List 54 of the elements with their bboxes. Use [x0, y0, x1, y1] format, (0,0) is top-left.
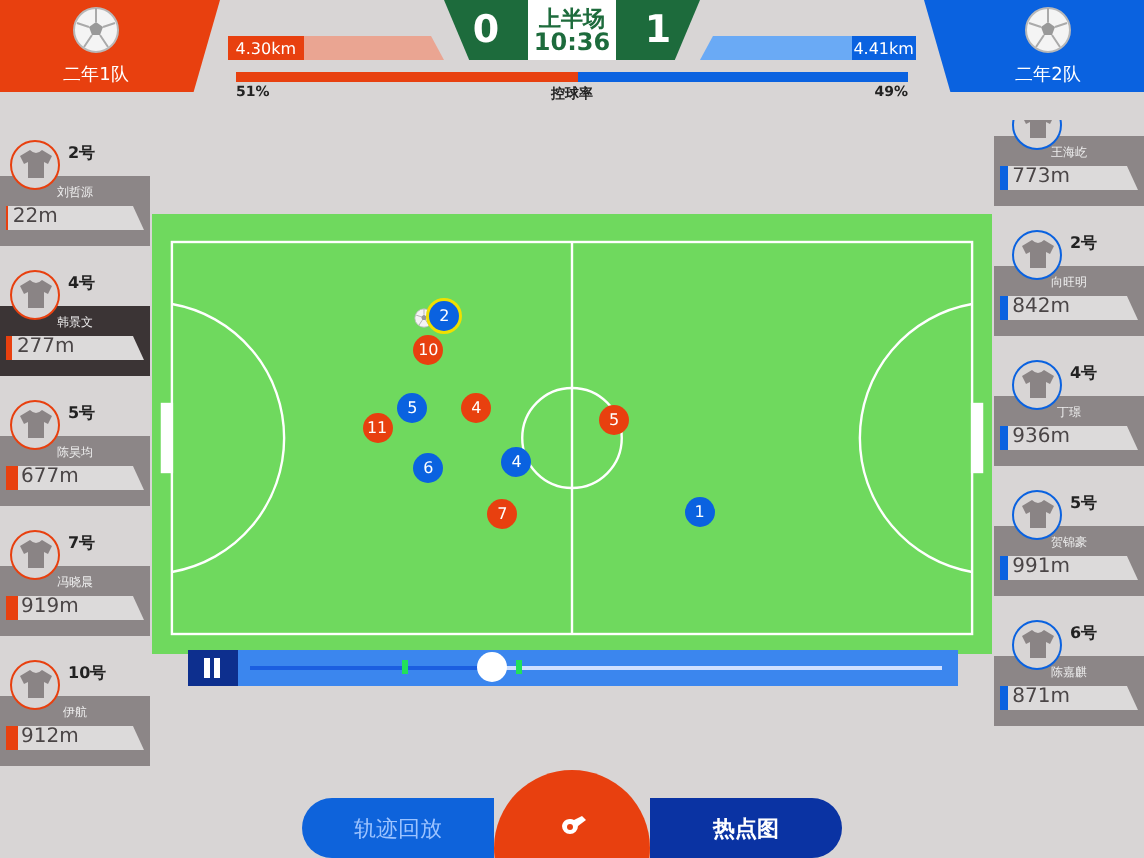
shirt-icon	[19, 280, 51, 308]
player-marker[interactable]: 4	[501, 447, 532, 478]
timeline-thumb[interactable]	[476, 652, 507, 682]
team-name: 二年2队	[1015, 63, 1081, 87]
distance-value: 277m	[14, 338, 75, 358]
player-marker[interactable]: 5	[397, 392, 428, 423]
shirt-icon	[19, 150, 51, 178]
distance-value: 991m	[1010, 558, 1070, 578]
pause-icon	[202, 658, 222, 678]
player-marker[interactable]: 10	[413, 335, 444, 366]
player-number: 2号	[68, 141, 96, 163]
distance-value: 871m	[1010, 688, 1070, 708]
distance-fill: 4.30km	[228, 36, 304, 60]
pause-button[interactable]	[187, 650, 237, 686]
player-number: 5号	[1070, 491, 1098, 513]
shirt-icon	[19, 540, 51, 568]
event-marker	[515, 660, 522, 674]
ball-icon	[72, 5, 120, 53]
shirt-icon	[19, 670, 51, 698]
shirt-icon	[1021, 370, 1053, 398]
player-number: 2号	[1070, 231, 1098, 253]
event-marker	[401, 660, 408, 674]
player-marker[interactable]: 6	[413, 452, 444, 482]
distance-value: 677m	[19, 468, 79, 488]
shirt-icon	[1021, 240, 1053, 268]
shirt-icon	[1021, 630, 1053, 658]
player-marker[interactable]: 1	[684, 496, 715, 526]
distance-value: 773m	[1010, 168, 1070, 188]
distance-value: 912m	[19, 728, 79, 748]
whistle-icon	[558, 814, 586, 838]
player-number: 7号	[68, 531, 96, 553]
player-number: 6号	[1070, 621, 1098, 643]
distance-value: 919m	[19, 598, 79, 618]
clock-panel: 上半场 10:36	[528, 0, 616, 60]
distance-value: 936m	[1010, 428, 1070, 448]
distance-fill: 4.41km	[851, 36, 916, 60]
player-marker[interactable]: 7	[487, 498, 518, 529]
score: 0	[444, 0, 528, 60]
player-number: 4号	[1070, 361, 1098, 383]
player-number: 4号	[68, 271, 96, 293]
view-tab[interactable]: 热点图	[650, 798, 842, 858]
distance-value: 842m	[1010, 298, 1070, 318]
distance-value: 22m	[10, 208, 58, 228]
player-marker[interactable]: 2	[429, 300, 460, 331]
player-number: 10号	[68, 661, 107, 683]
shirt-icon	[1021, 500, 1053, 528]
shirt-icon	[19, 410, 51, 438]
team-name: 二年1队	[63, 63, 129, 87]
player-marker[interactable]: 11	[362, 412, 393, 443]
player-marker[interactable]: 4	[461, 392, 492, 423]
player-marker[interactable]: 5	[599, 405, 629, 436]
ball-icon	[1024, 5, 1072, 53]
score: 1	[616, 0, 700, 60]
player-number: 5号	[68, 401, 96, 423]
